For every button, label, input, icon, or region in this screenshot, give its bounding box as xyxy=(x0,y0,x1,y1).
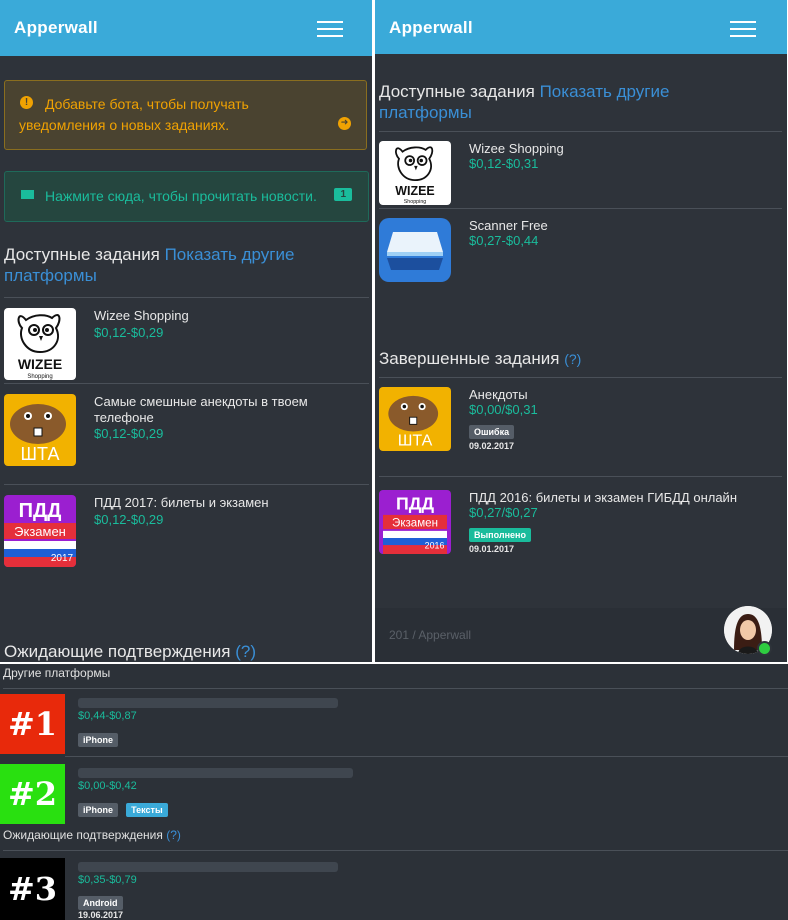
task-price: $0,27/$0,27 xyxy=(469,505,538,520)
tag-row: iPhone xyxy=(78,728,121,747)
status-row: Выполнено xyxy=(469,523,534,542)
section-label: Доступные задания xyxy=(4,245,160,264)
divider xyxy=(65,756,788,757)
left-screen: Apperwall ! Добавьте бота, чтобы получат… xyxy=(0,0,374,662)
pending-title: Ожидающие подтверждения (?) xyxy=(4,641,256,662)
pending-title: Ожидающие подтверждения (?) xyxy=(3,828,181,842)
beaver-shta-logo-icon: ШТА xyxy=(4,394,76,466)
task-price: $0,35-$0,79 xyxy=(78,874,137,886)
section-label: Завершенные задания xyxy=(379,349,560,368)
blurred-task-name xyxy=(78,698,338,708)
divider xyxy=(4,383,369,384)
divider xyxy=(3,688,788,689)
svg-text:ШТА: ШТА xyxy=(21,444,60,464)
task-name: ПДД 2017: билеты и экзамен xyxy=(94,495,269,510)
task-date: 19.06.2017 xyxy=(78,910,124,920)
task-price: $0,12-$0,29 xyxy=(94,325,164,340)
svg-text:2017: 2017 xyxy=(51,553,74,564)
task-name: ПДД 2016: билеты и экзамен ГИБДД онлайн xyxy=(469,490,737,505)
task-price: $0,12-$0,29 xyxy=(94,512,164,527)
task-price: $0,27-$0,44 xyxy=(469,233,539,248)
svg-text:Экзамен: Экзамен xyxy=(14,524,66,539)
task-price: $0,00-$0,42 xyxy=(78,780,137,792)
wizee-owl-logo-icon: WIZEE Shopping xyxy=(4,308,76,380)
completed-tasks-title: Завершенные задания (?) xyxy=(379,348,581,370)
alert-text: Добавьте бота, чтобы получать уведомлени… xyxy=(19,96,249,133)
rank-badge: #1 xyxy=(0,694,65,754)
divider xyxy=(379,476,782,477)
task-date: 09.02.2017 xyxy=(469,441,515,451)
brand-title[interactable]: Apperwall xyxy=(14,18,98,38)
task-date: 09.01.2017 xyxy=(469,544,515,554)
blurred-task-name xyxy=(78,862,338,872)
news-text: Нажмите сюда, чтобы прочитать новости. xyxy=(45,188,317,204)
tag-row: Android xyxy=(78,891,126,910)
footer-text: 201 / Apperwall xyxy=(389,628,472,642)
platform-tag: iPhone xyxy=(78,803,119,817)
svg-text:WIZEE: WIZEE xyxy=(18,356,62,372)
right-screen: Apperwall Доступные задания Показать дру… xyxy=(375,0,787,662)
available-tasks-title: Доступные задания Показать другие платфо… xyxy=(4,244,344,286)
status-badge-error: Ошибка xyxy=(469,425,515,439)
help-link[interactable]: (?) xyxy=(166,828,181,842)
rank-badge: #3 xyxy=(0,858,65,920)
news-count-badge: 1 xyxy=(334,188,352,201)
divider xyxy=(379,208,782,209)
section-label: Доступные задания xyxy=(379,82,535,101)
svg-text:2016: 2016 xyxy=(425,541,445,551)
blurred-task-name xyxy=(78,768,353,778)
svg-text:Экзамен: Экзамен xyxy=(392,517,438,529)
section-label: Ожидающие подтверждения xyxy=(3,828,163,842)
top-bar: Apperwall xyxy=(375,0,787,54)
svg-text:WIZEE: WIZEE xyxy=(395,184,434,198)
menu-icon[interactable] xyxy=(317,21,343,37)
task-price: $0,12-$0,29 xyxy=(94,426,164,441)
task-name: Анекдоты xyxy=(469,387,528,402)
pdd-2016-logo-icon: ПДД Экзамен 2016 xyxy=(379,490,451,554)
task-name: Scanner Free xyxy=(469,218,548,233)
wizee-owl-logo-icon: WIZEE Shopping xyxy=(379,141,451,205)
available-tasks-title: Доступные задания Показать другие платфо… xyxy=(379,81,709,123)
task-price: $0,00/$0,31 xyxy=(469,402,538,417)
svg-text:Shopping: Shopping xyxy=(27,374,52,380)
bot-notification-alert[interactable]: ! Добавьте бота, чтобы получать уведомле… xyxy=(4,80,367,150)
svg-text:Shopping: Shopping xyxy=(404,199,427,205)
status-row: Ошибка xyxy=(469,420,517,439)
svg-text:ПДД: ПДД xyxy=(19,500,62,522)
divider xyxy=(4,297,369,298)
svg-text:ШТА: ШТА xyxy=(398,433,433,450)
top-bar: Apperwall xyxy=(0,0,372,56)
tag-row: iPhone Тексты xyxy=(78,798,171,817)
task-name: Wizee Shopping xyxy=(469,141,564,156)
bottom-screen: Другие платформы #1 $0,44-$0,87 iPhone #… xyxy=(0,664,788,920)
platform-tag: Android xyxy=(78,896,123,910)
status-badge-done: Выполнено xyxy=(469,528,531,542)
beaver-shta-logo-icon: ШТА xyxy=(379,387,451,451)
task-price: $0,44-$0,87 xyxy=(78,710,137,722)
envelope-icon xyxy=(21,190,34,199)
category-tag: Тексты xyxy=(126,803,168,817)
divider xyxy=(379,131,782,132)
divider xyxy=(3,850,788,851)
other-platforms-title: Другие платформы xyxy=(3,666,111,680)
menu-icon[interactable] xyxy=(730,21,756,37)
divider xyxy=(379,377,782,378)
divider xyxy=(4,484,369,485)
scanner-logo-icon xyxy=(379,218,451,282)
rank-badge: #2 xyxy=(0,764,65,824)
svg-text:ПДД: ПДД xyxy=(396,494,434,514)
pdd-2017-logo-icon: ПДД Экзамен 2017 xyxy=(4,495,76,567)
task-name: Wizee Shopping xyxy=(94,308,189,323)
news-alert[interactable]: Нажмите сюда, чтобы прочитать новости. 1 xyxy=(4,171,369,222)
brand-title[interactable]: Apperwall xyxy=(389,18,473,38)
task-price: $0,12-$0,31 xyxy=(469,156,539,171)
online-status-dot xyxy=(757,641,772,656)
section-label: Ожидающие подтверждения xyxy=(4,642,231,661)
arrow-right-icon[interactable]: ➜ xyxy=(338,117,351,130)
task-name: Самые смешные анекдоты в твоем телефоне xyxy=(94,394,308,425)
help-link[interactable]: (?) xyxy=(235,642,256,661)
help-link[interactable]: (?) xyxy=(564,351,581,367)
platform-tag: iPhone xyxy=(78,733,119,747)
